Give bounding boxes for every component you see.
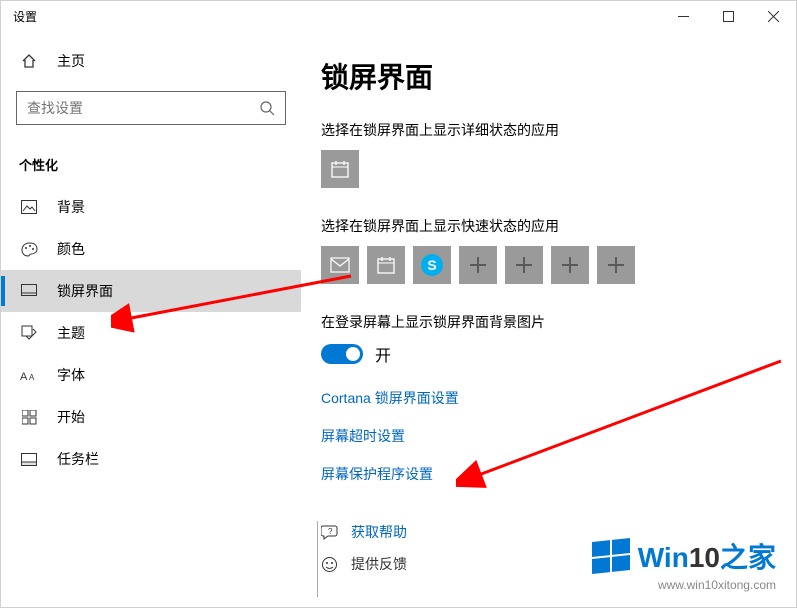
search-icon (259, 100, 275, 116)
content: 主页 个性化 背景 颜色 锁屏界面 (1, 31, 796, 607)
main-panel: 锁屏界面 选择在锁屏界面上显示详细状态的应用 选择在锁屏界面上显示快速状态的应用… (301, 31, 796, 607)
minimize-button[interactable] (661, 1, 706, 31)
home-row[interactable]: 主页 (1, 41, 301, 81)
window-controls (661, 1, 796, 31)
window-title: 设置 (13, 8, 37, 25)
watermark-brand: Win10之家 (638, 536, 776, 576)
detail-app-calendar[interactable] (321, 150, 359, 188)
nav-item-colors[interactable]: 颜色 (1, 228, 301, 270)
palette-icon (19, 242, 39, 257)
search-input[interactable] (27, 100, 259, 116)
bg-on-signin-label: 在登录屏幕上显示锁屏界面背景图片 (321, 312, 776, 332)
nav-item-lockscreen[interactable]: 锁屏界面 (1, 270, 301, 312)
nav-label: 开始 (57, 407, 85, 427)
theme-icon (19, 325, 39, 341)
quick-app-skype[interactable]: S (413, 246, 451, 284)
close-button[interactable] (751, 1, 796, 31)
quick-app-add-1[interactable] (459, 246, 497, 284)
windows-logo-icon (592, 538, 630, 574)
quick-app-add-3[interactable] (551, 246, 589, 284)
nav-label: 锁屏界面 (57, 281, 113, 301)
plus-icon (562, 257, 578, 273)
plus-icon (516, 257, 532, 273)
help-label: 获取帮助 (351, 522, 407, 542)
lockscreen-icon (19, 284, 39, 298)
home-label: 主页 (57, 51, 85, 71)
nav-item-start[interactable]: 开始 (1, 396, 301, 438)
taskbar-icon (19, 453, 39, 466)
svg-text:A: A (29, 373, 35, 382)
plus-icon (470, 257, 486, 273)
nav-item-background[interactable]: 背景 (1, 186, 301, 228)
skype-icon: S (421, 254, 443, 276)
watermark-url: www.win10xitong.com (592, 578, 776, 592)
section-header: 个性化 (1, 135, 301, 186)
feedback-icon (321, 556, 339, 573)
quick-app-add-2[interactable] (505, 246, 543, 284)
bg-toggle[interactable] (321, 344, 363, 364)
picture-icon (19, 200, 39, 214)
quick-app-add-4[interactable] (597, 246, 635, 284)
nav-label: 字体 (57, 365, 85, 385)
link-screensaver[interactable]: 屏幕保护程序设置 (321, 464, 776, 484)
feedback-label: 提供反馈 (351, 554, 407, 574)
page-title: 锁屏界面 (321, 56, 776, 96)
detail-apps-label: 选择在锁屏界面上显示详细状态的应用 (321, 120, 776, 140)
detail-apps-row (321, 150, 776, 188)
nav-label: 颜色 (57, 239, 85, 259)
nav-label: 背景 (57, 197, 85, 217)
svg-text:A: A (20, 371, 28, 382)
plus-icon (608, 257, 624, 273)
toggle-state-label: 开 (375, 342, 391, 366)
nav-item-themes[interactable]: 主题 (1, 312, 301, 354)
nav-item-fonts[interactable]: AA 字体 (1, 354, 301, 396)
nav-item-taskbar[interactable]: 任务栏 (1, 438, 301, 480)
help-icon: ? (321, 524, 339, 541)
link-cortana[interactable]: Cortana 锁屏界面设置 (321, 388, 776, 408)
start-icon (19, 410, 39, 425)
font-icon: AA (19, 368, 39, 382)
svg-text:?: ? (328, 527, 333, 536)
link-timeout[interactable]: 屏幕超时设置 (321, 426, 776, 446)
nav-label: 任务栏 (57, 449, 99, 469)
bg-toggle-row: 开 (321, 342, 776, 366)
home-icon (19, 53, 39, 69)
nav-label: 主题 (57, 323, 85, 343)
sidebar: 主页 个性化 背景 颜色 锁屏界面 (1, 31, 301, 607)
quick-app-calendar[interactable] (367, 246, 405, 284)
search-box[interactable] (16, 91, 286, 125)
quick-apps-row: S (321, 246, 776, 284)
maximize-button[interactable] (706, 1, 751, 31)
quick-apps-label: 选择在锁屏界面上显示快速状态的应用 (321, 216, 776, 236)
quick-app-mail[interactable] (321, 246, 359, 284)
watermark: Win10之家 www.win10xitong.com (592, 536, 776, 592)
divider (317, 521, 318, 597)
titlebar: 设置 (1, 1, 796, 31)
